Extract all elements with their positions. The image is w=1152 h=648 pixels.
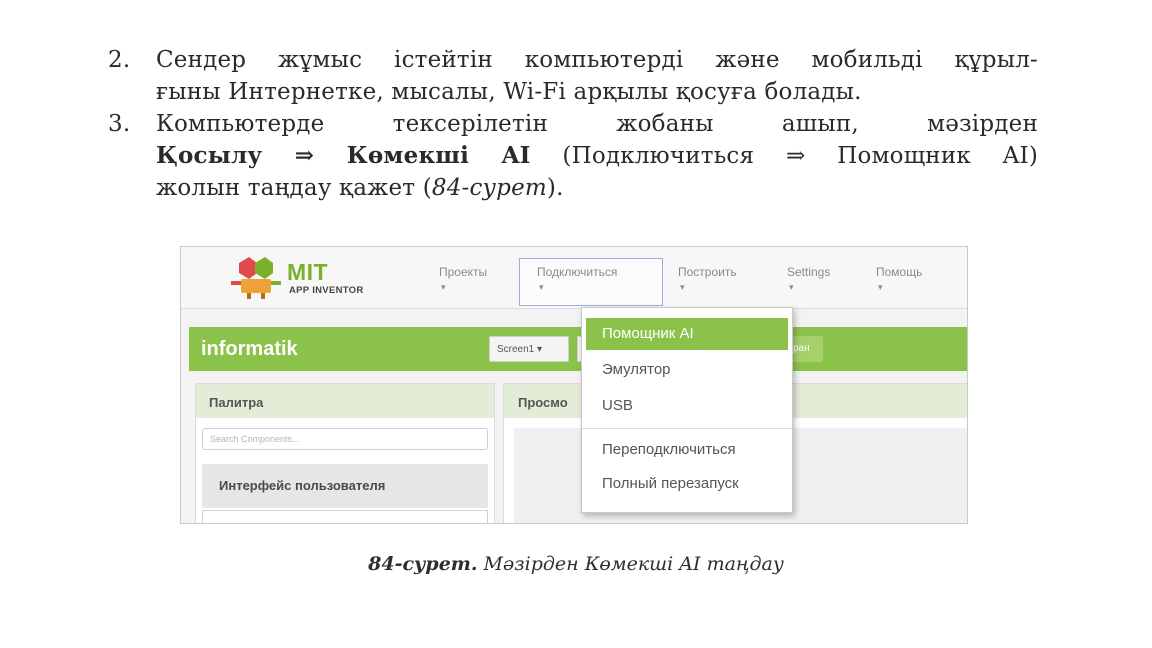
list-item-2: 2. Сендер жұмыс істейтін компьютерді жән… bbox=[104, 44, 1038, 108]
menu-settings[interactable]: Settings ▾ bbox=[787, 265, 830, 293]
menu-label: Подключиться bbox=[537, 265, 618, 279]
chevron-down-icon: ▾ bbox=[539, 282, 544, 292]
top-menu-bar: MIT APP INVENTOR Проекты ▾ Подключиться … bbox=[181, 247, 967, 309]
menu-help[interactable]: Помощь ▾ bbox=[876, 265, 922, 293]
project-name: informatik bbox=[201, 338, 298, 360]
menu-divider bbox=[582, 428, 792, 429]
paragraph-line: Сендер жұмыс істейтін компьютерді және м… bbox=[156, 47, 1038, 73]
text-fragment: ). bbox=[546, 175, 564, 201]
palette-group-ui[interactable]: Интерфейс пользователя bbox=[202, 464, 488, 508]
chevron-down-icon: ▾ bbox=[789, 282, 794, 292]
menu-label: Проекты bbox=[439, 265, 488, 279]
app-inventor-logo-icon bbox=[231, 257, 281, 299]
chevron-down-icon: ▾ bbox=[878, 282, 883, 292]
search-input[interactable]: Search Components... bbox=[202, 428, 488, 450]
menu-label: Settings bbox=[787, 265, 831, 279]
menu-label: Помощь bbox=[876, 265, 923, 279]
app-inventor-screenshot: MIT APP INVENTOR Проекты ▾ Подключиться … bbox=[180, 246, 968, 524]
menu-path-translation: (Подключиться ⇒ Помощник AI) bbox=[530, 143, 1038, 169]
paragraph-line: Компьютерде тексерілетін жобаны ашып, мә… bbox=[156, 111, 1038, 137]
paragraph-line: жолын таңдау қажет (84-сурет). bbox=[156, 172, 1038, 204]
logo-subtitle: APP INVENTOR bbox=[289, 285, 364, 296]
palette-group-content bbox=[202, 510, 488, 523]
app-inventor-logo: MIT APP INVENTOR bbox=[227, 257, 397, 303]
menu-item-ai-companion[interactable]: Помощник AI bbox=[586, 318, 788, 350]
list-number: 3. bbox=[108, 111, 131, 137]
caption-number: 84-сурет. bbox=[368, 553, 478, 575]
screen-selector[interactable]: Screen1 ▾ bbox=[489, 336, 569, 362]
text-fragment: жолын таңдау қажет ( bbox=[156, 175, 432, 201]
list-item-3: 3. Компьютерде тексерілетін жобаны ашып,… bbox=[104, 108, 1038, 204]
figure-reference: 84-сурет bbox=[431, 175, 547, 201]
paragraph-line: Қосылу ⇒ Көмекші AI (Подключиться ⇒ Помо… bbox=[156, 140, 1038, 172]
paragraph-line: ғыны Интернетке, мысалы, Wi-Fi арқылы қо… bbox=[156, 79, 862, 105]
figure-caption: 84-сурет. Мәзірден Көмекші AI таңдау bbox=[0, 553, 1152, 575]
menu-build[interactable]: Построить ▾ bbox=[678, 265, 737, 293]
list-number: 2. bbox=[108, 47, 131, 73]
toolbar-button[interactable]: ран bbox=[789, 336, 823, 362]
caption-text: Мәзірден Көмекші AI таңдау bbox=[477, 553, 784, 575]
palette-title: Палитра bbox=[196, 384, 494, 418]
menu-label: Построить bbox=[678, 265, 737, 279]
palette-panel: Палитра Search Components... Интерфейс п… bbox=[195, 383, 495, 523]
logo-title: MIT bbox=[287, 259, 329, 285]
chevron-down-icon: ▾ bbox=[441, 282, 446, 292]
document-body: 2. Сендер жұмыс істейтін компьютерді жән… bbox=[104, 44, 1038, 204]
project-toolbar: informatik Screen1 ▾ ран bbox=[189, 327, 967, 371]
menu-item-hard-reset[interactable]: Полный перезапуск bbox=[582, 468, 792, 500]
menu-path-bold: Қосылу ⇒ Көмекші AI bbox=[156, 142, 531, 169]
menu-item-emulator[interactable]: Эмулятор bbox=[582, 354, 792, 386]
menu-item-usb[interactable]: USB bbox=[582, 390, 792, 422]
menu-item-reconnect[interactable]: Переподключиться bbox=[582, 434, 792, 466]
menu-projects[interactable]: Проекты ▾ bbox=[439, 265, 487, 293]
chevron-down-icon: ▾ bbox=[680, 282, 685, 292]
connect-dropdown-menu: Помощник AI Эмулятор USB Переподключитьс… bbox=[581, 307, 793, 513]
menu-connect[interactable]: Подключиться ▾ bbox=[537, 265, 617, 293]
